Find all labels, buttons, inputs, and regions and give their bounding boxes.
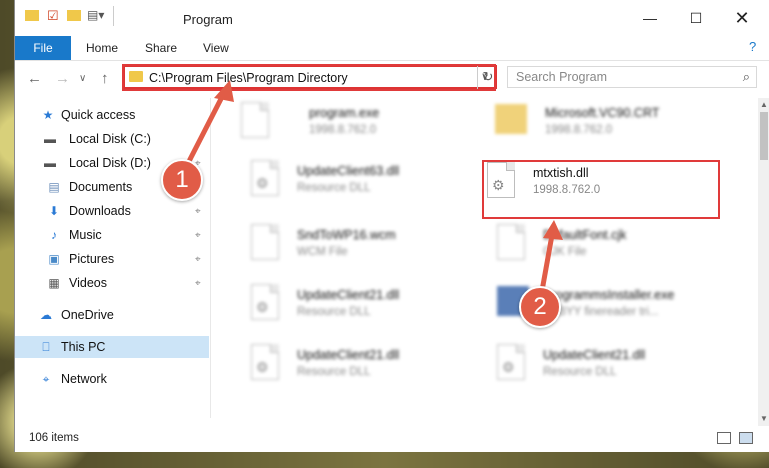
arrow-1-head bbox=[214, 80, 234, 102]
arrow-2-head bbox=[543, 220, 563, 240]
annotation-arrows bbox=[179, 80, 563, 303]
step-1-badge: 1 bbox=[161, 159, 203, 201]
step-2-badge: 2 bbox=[519, 286, 561, 328]
